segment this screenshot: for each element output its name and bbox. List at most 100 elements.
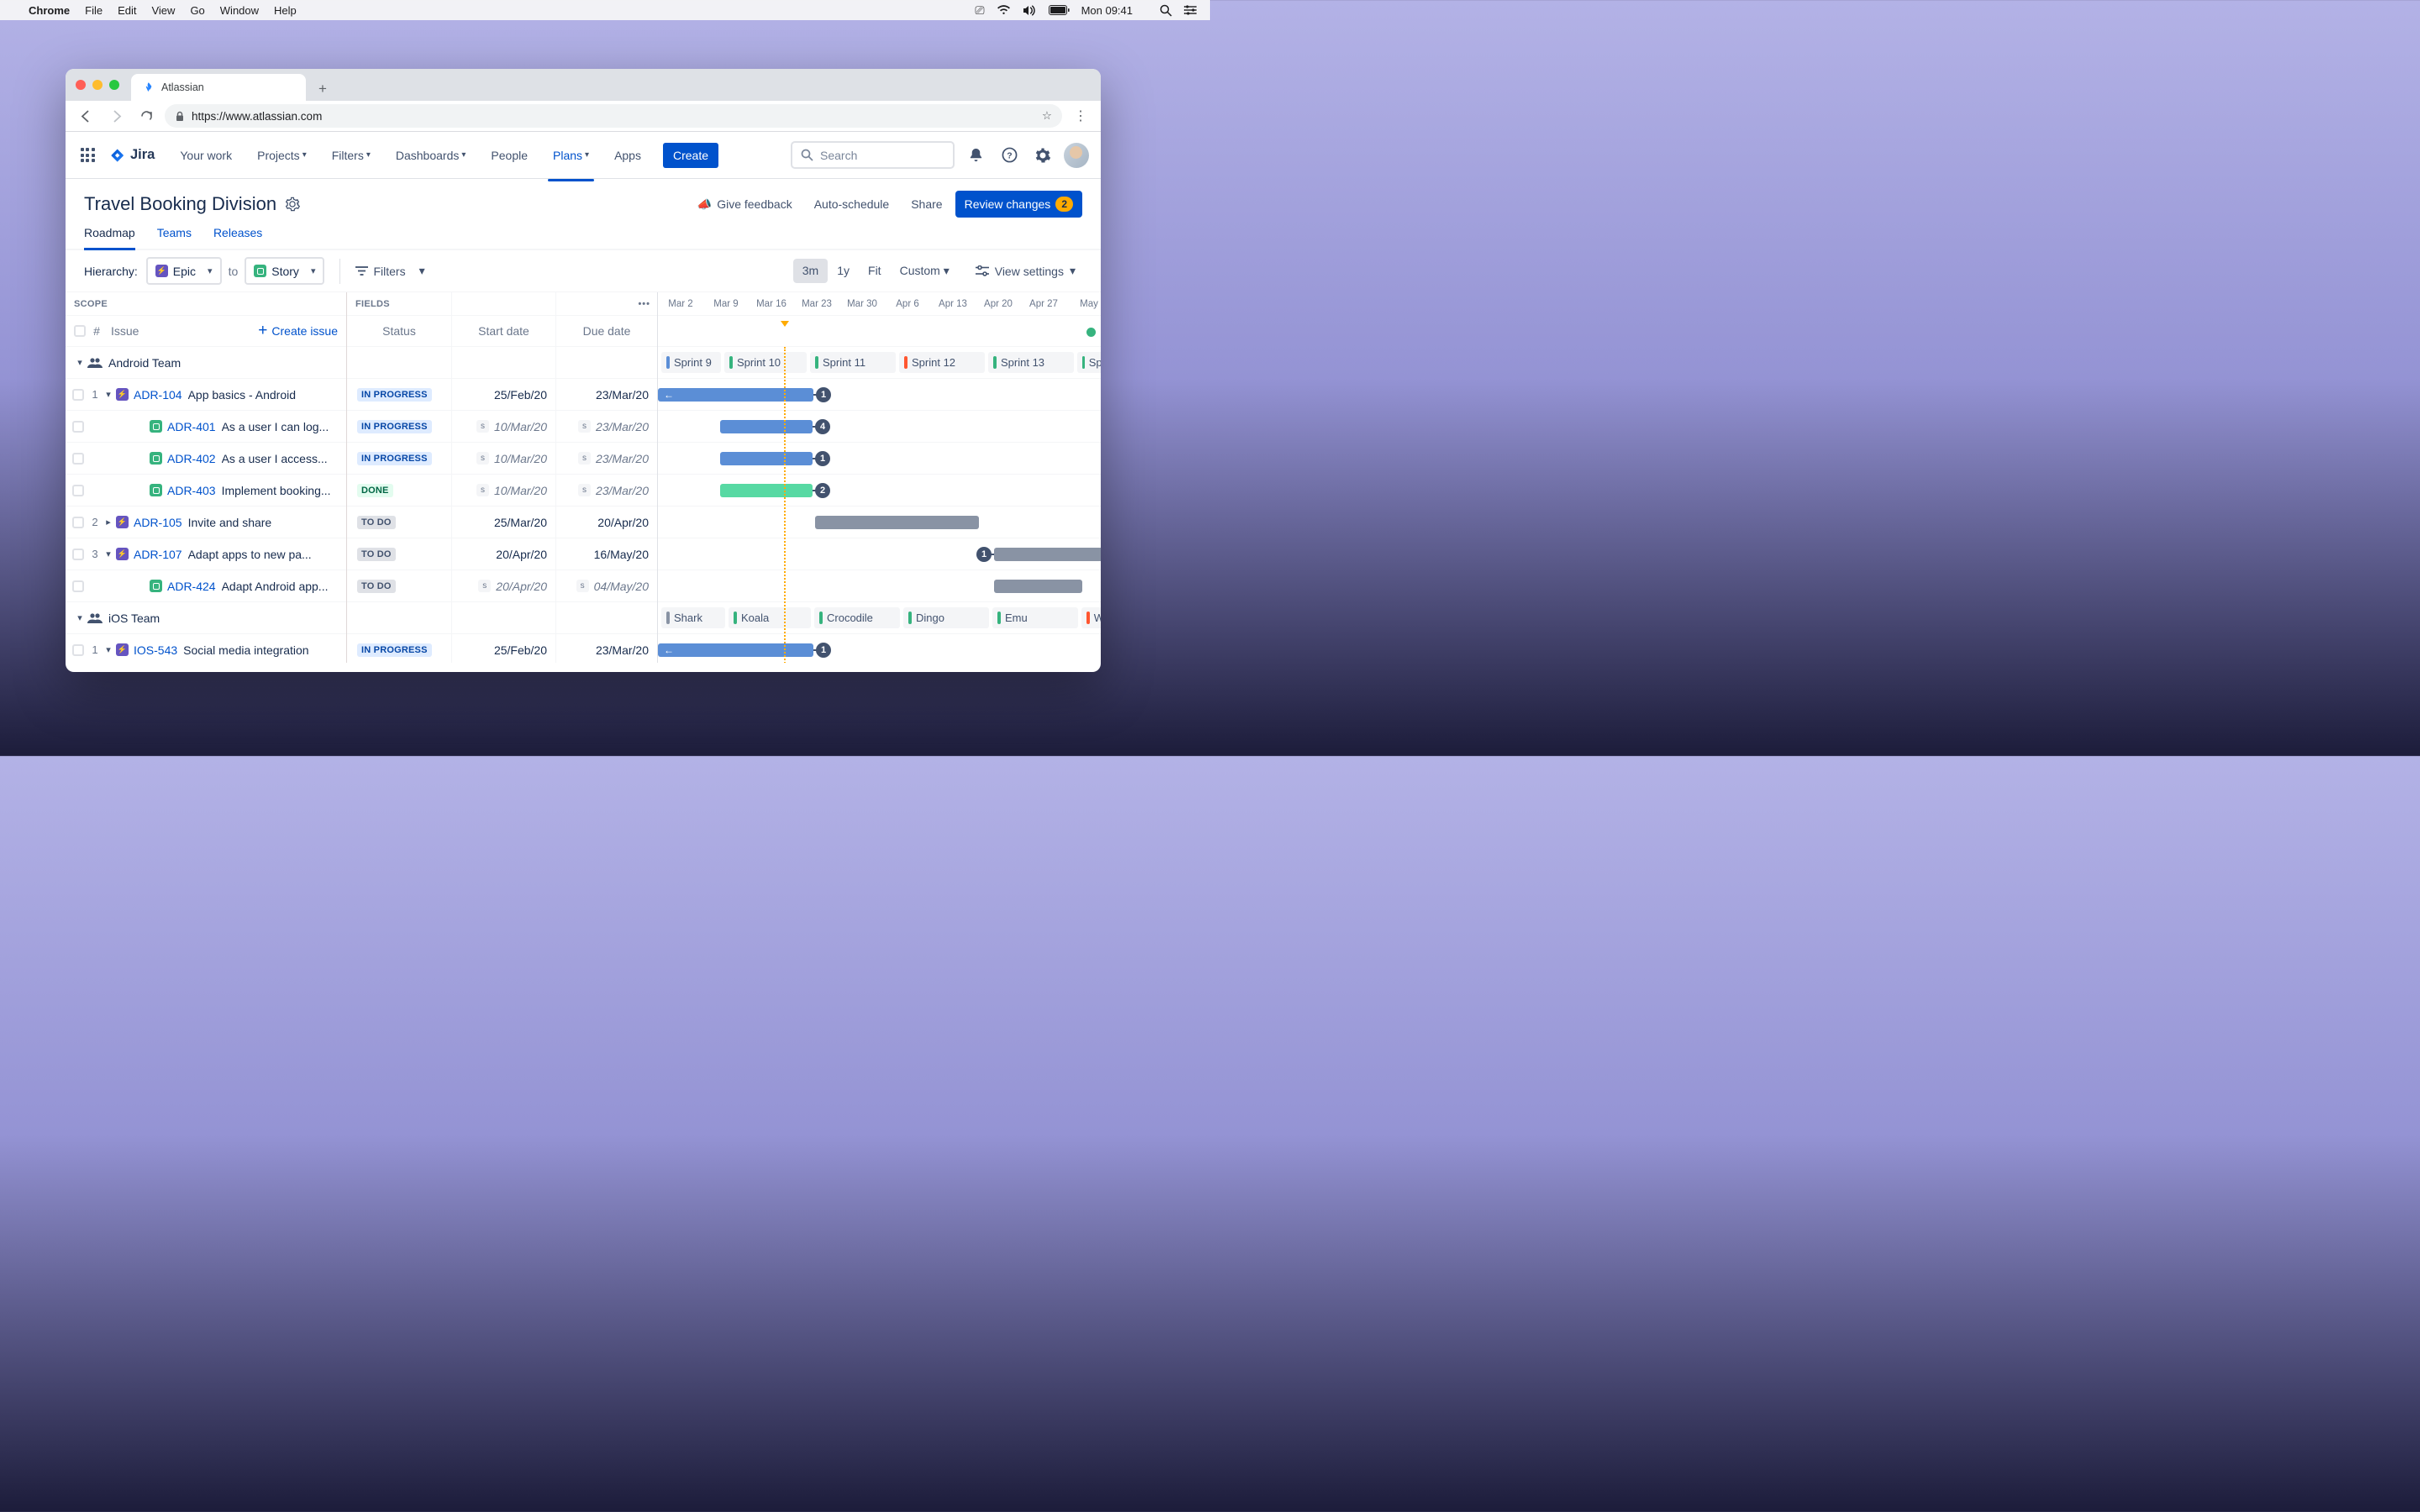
issue-key[interactable]: ADR-107	[134, 548, 182, 561]
menubar-clock[interactable]: Mon 09:41	[1081, 4, 1133, 17]
create-issue-link[interactable]: +Create issue	[258, 322, 338, 340]
browser-tab[interactable]: Atlassian	[131, 74, 306, 101]
sprint-chip[interactable]: Shark	[661, 607, 725, 628]
sprint-chip[interactable]: Sprint 11	[810, 352, 896, 373]
chevron-down-icon[interactable]: ▾	[101, 644, 116, 655]
status-lozenge[interactable]: TO DO	[357, 516, 396, 529]
chevron-right-icon[interactable]: ▸	[101, 517, 116, 528]
control-center-icon[interactable]	[1184, 5, 1197, 15]
issue-row[interactable]: 3▾ADR-107Adapt apps to new pa...	[66, 538, 346, 570]
auto-schedule-button[interactable]: Auto-schedule	[805, 192, 899, 217]
row-checkbox[interactable]	[72, 421, 84, 433]
timeline-row[interactable]	[658, 507, 1101, 538]
dependency-count[interactable]: 1	[816, 387, 831, 402]
schedule-bar[interactable]: 4	[720, 420, 813, 433]
wifi-icon[interactable]	[997, 5, 1011, 15]
status-lozenge[interactable]: IN PROGRESS	[357, 643, 432, 657]
issue-row[interactable]: 1▾IOS-543Social media integration	[66, 634, 346, 663]
nav-plans[interactable]: Plans▾	[548, 144, 594, 167]
chevron-down-icon[interactable]: ▾	[72, 357, 87, 368]
schedule-bar[interactable]: 2	[720, 484, 813, 497]
issue-key[interactable]: ADR-424	[167, 580, 216, 593]
menubar-file[interactable]: File	[85, 4, 103, 17]
user-avatar[interactable]	[1064, 143, 1089, 168]
volume-icon[interactable]	[1023, 5, 1037, 16]
issue-row[interactable]: ADR-403Implement booking...	[66, 475, 346, 507]
plan-settings-icon[interactable]	[285, 197, 300, 212]
menubar-app[interactable]: Chrome	[29, 4, 70, 17]
help-icon[interactable]: ?	[997, 143, 1022, 168]
nav-projects[interactable]: Projects▾	[252, 144, 312, 167]
sprint-chip[interactable]: Emu	[992, 607, 1078, 628]
zoom-fit[interactable]: Fit	[859, 259, 891, 283]
row-checkbox[interactable]	[72, 485, 84, 496]
menubar-go[interactable]: Go	[190, 4, 204, 17]
chevron-down-icon[interactable]: ▾	[101, 549, 116, 559]
row-checkbox[interactable]	[72, 389, 84, 401]
due-date[interactable]: 04/May/20	[594, 580, 649, 593]
new-tab-button[interactable]: +	[311, 77, 334, 101]
bookmark-icon[interactable]: ☆	[1042, 109, 1052, 123]
sprint-chip[interactable]: Sprint 9	[661, 352, 721, 373]
start-date[interactable]: 25/Feb/20	[494, 388, 547, 402]
chevron-down-icon[interactable]: ▾	[72, 612, 87, 623]
issue-key[interactable]: ADR-104	[134, 388, 182, 402]
menubar-view[interactable]: View	[151, 4, 175, 17]
hierarchy-to-select[interactable]: Story▾	[245, 257, 324, 285]
tab-teams[interactable]: Teams	[157, 226, 192, 249]
issue-row[interactable]: 2▸ADR-105Invite and share	[66, 507, 346, 538]
settings-icon[interactable]	[1030, 143, 1055, 168]
battery-icon[interactable]	[1049, 5, 1070, 15]
status-lozenge[interactable]: IN PROGRESS	[357, 452, 432, 465]
back-button[interactable]	[74, 104, 97, 128]
view-settings-button[interactable]: View settings▾	[969, 259, 1082, 283]
give-feedback-button[interactable]: 📣Give feedback	[688, 192, 802, 218]
dependency-count[interactable]: 1	[815, 451, 830, 466]
start-date[interactable]: 10/Mar/20	[494, 484, 547, 497]
timeline-row[interactable]: 1	[658, 538, 1101, 570]
issue-key[interactable]: ADR-403	[167, 484, 216, 497]
due-date[interactable]: 23/Mar/20	[596, 643, 649, 657]
due-date[interactable]: 20/Apr/20	[597, 516, 649, 529]
hierarchy-from-select[interactable]: Epic▾	[146, 257, 222, 285]
timeline-row[interactable]	[658, 570, 1101, 602]
issue-row[interactable]: ADR-401As a user I can log...	[66, 411, 346, 443]
chrome-menu-button[interactable]: ⋮	[1069, 104, 1092, 128]
airplay-icon[interactable]: ⎚	[975, 3, 984, 18]
sprint-chip[interactable]: Dingo	[903, 607, 989, 628]
spotlight-icon[interactable]	[1160, 4, 1172, 17]
status-lozenge[interactable]: IN PROGRESS	[357, 388, 432, 402]
issue-key[interactable]: IOS-543	[134, 643, 177, 657]
team-row[interactable]: ▾iOS Team	[66, 602, 346, 634]
window-controls[interactable]	[76, 69, 131, 101]
start-date[interactable]: 20/Apr/20	[496, 548, 547, 561]
sprint-chip[interactable]: Wo	[1081, 607, 1101, 628]
start-date[interactable]: 10/Mar/20	[494, 452, 547, 465]
sprint-chip[interactable]: Crocodile	[814, 607, 900, 628]
timeline-row[interactable]: 2	[658, 475, 1101, 507]
issue-row[interactable]: 1▾ADR-104App basics - Android	[66, 379, 346, 411]
timeline-row[interactable]: 4	[658, 411, 1101, 443]
schedule-bar[interactable]	[815, 516, 979, 529]
nav-filters[interactable]: Filters▾	[327, 144, 376, 167]
create-button[interactable]: Create	[663, 143, 718, 168]
jira-logo[interactable]: Jira	[108, 146, 155, 165]
address-bar[interactable]: https://www.atlassian.com ☆	[165, 104, 1062, 128]
dependency-count[interactable]: 1	[816, 643, 831, 658]
release-marker-icon[interactable]	[1086, 328, 1096, 337]
dependency-count[interactable]: 2	[815, 483, 830, 498]
issue-key[interactable]: ADR-105	[134, 516, 182, 529]
sprint-chip[interactable]: Koala	[729, 607, 811, 628]
timeline-row[interactable]: ←1	[658, 634, 1101, 663]
zoom-1y[interactable]: 1y	[828, 259, 859, 283]
search-input[interactable]: Search	[791, 141, 955, 169]
start-date[interactable]: 10/Mar/20	[494, 420, 547, 433]
nav-dashboards[interactable]: Dashboards▾	[391, 144, 471, 167]
status-lozenge[interactable]: DONE	[357, 484, 393, 497]
schedule-bar[interactable]: 1	[994, 548, 1101, 561]
app-switcher-icon[interactable]	[77, 145, 97, 165]
row-checkbox[interactable]	[72, 549, 84, 560]
schedule-bar[interactable]: ←1	[658, 643, 813, 657]
menubar-window[interactable]: Window	[220, 4, 259, 17]
issue-key[interactable]: ADR-402	[167, 452, 216, 465]
